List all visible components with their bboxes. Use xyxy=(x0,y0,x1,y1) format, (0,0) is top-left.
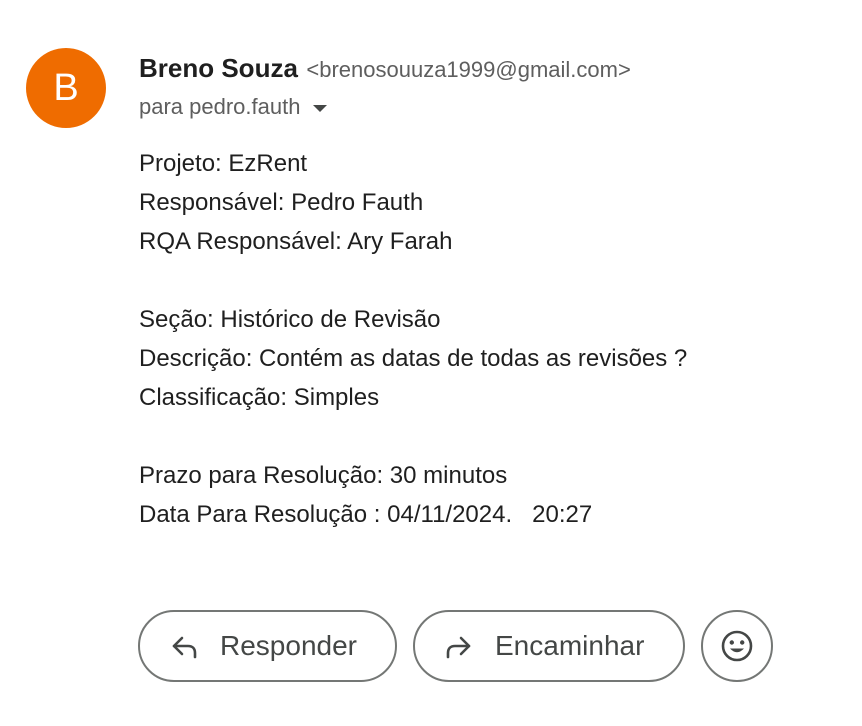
body-line-blank xyxy=(139,261,687,300)
sender-email: <brenosouuza1999@gmail.com> xyxy=(306,57,631,82)
sender-line: Breno Souza <brenosouuza1999@gmail.com> xyxy=(139,52,631,89)
body-line-rqa: RQA Responsável: Ary Farah xyxy=(139,228,453,255)
forward-label: Encaminhar xyxy=(495,630,645,661)
reply-button[interactable]: Responder xyxy=(138,610,397,682)
body-line-project: Projeto: EzRent xyxy=(139,150,308,177)
reply-icon xyxy=(168,630,200,662)
recipient-details-toggle[interactable]: para pedro.fauth xyxy=(139,93,328,121)
body-line-deadline: Prazo para Resolução: 30 minutos xyxy=(139,462,508,489)
sender-avatar[interactable]: B xyxy=(26,48,106,128)
forward-icon xyxy=(443,630,475,662)
body-line-section: Seção: Histórico de Revisão xyxy=(139,306,441,333)
avatar-letter: B xyxy=(53,66,79,109)
emoji-reaction-button[interactable] xyxy=(701,610,773,682)
body-line-classification: Classificação: Simples xyxy=(139,384,380,411)
recipient-text: para pedro.fauth xyxy=(139,94,301,119)
message-body: Projeto: EzRent Responsável: Pedro Fauth… xyxy=(139,144,687,534)
forward-button[interactable]: Encaminhar xyxy=(413,610,685,682)
caret-down-icon[interactable] xyxy=(313,105,328,112)
body-line-responsible: Responsável: Pedro Fauth xyxy=(139,189,424,216)
emoji-smile-icon xyxy=(719,628,755,664)
body-line-description: Descrição: Contém as datas de todas as r… xyxy=(139,345,688,372)
body-line-blank xyxy=(139,417,687,456)
reply-label: Responder xyxy=(220,630,357,661)
sender-name[interactable]: Breno Souza xyxy=(139,53,298,83)
body-line-date: Data Para Resolução : 04/11/2024. 20:27 xyxy=(139,501,593,528)
